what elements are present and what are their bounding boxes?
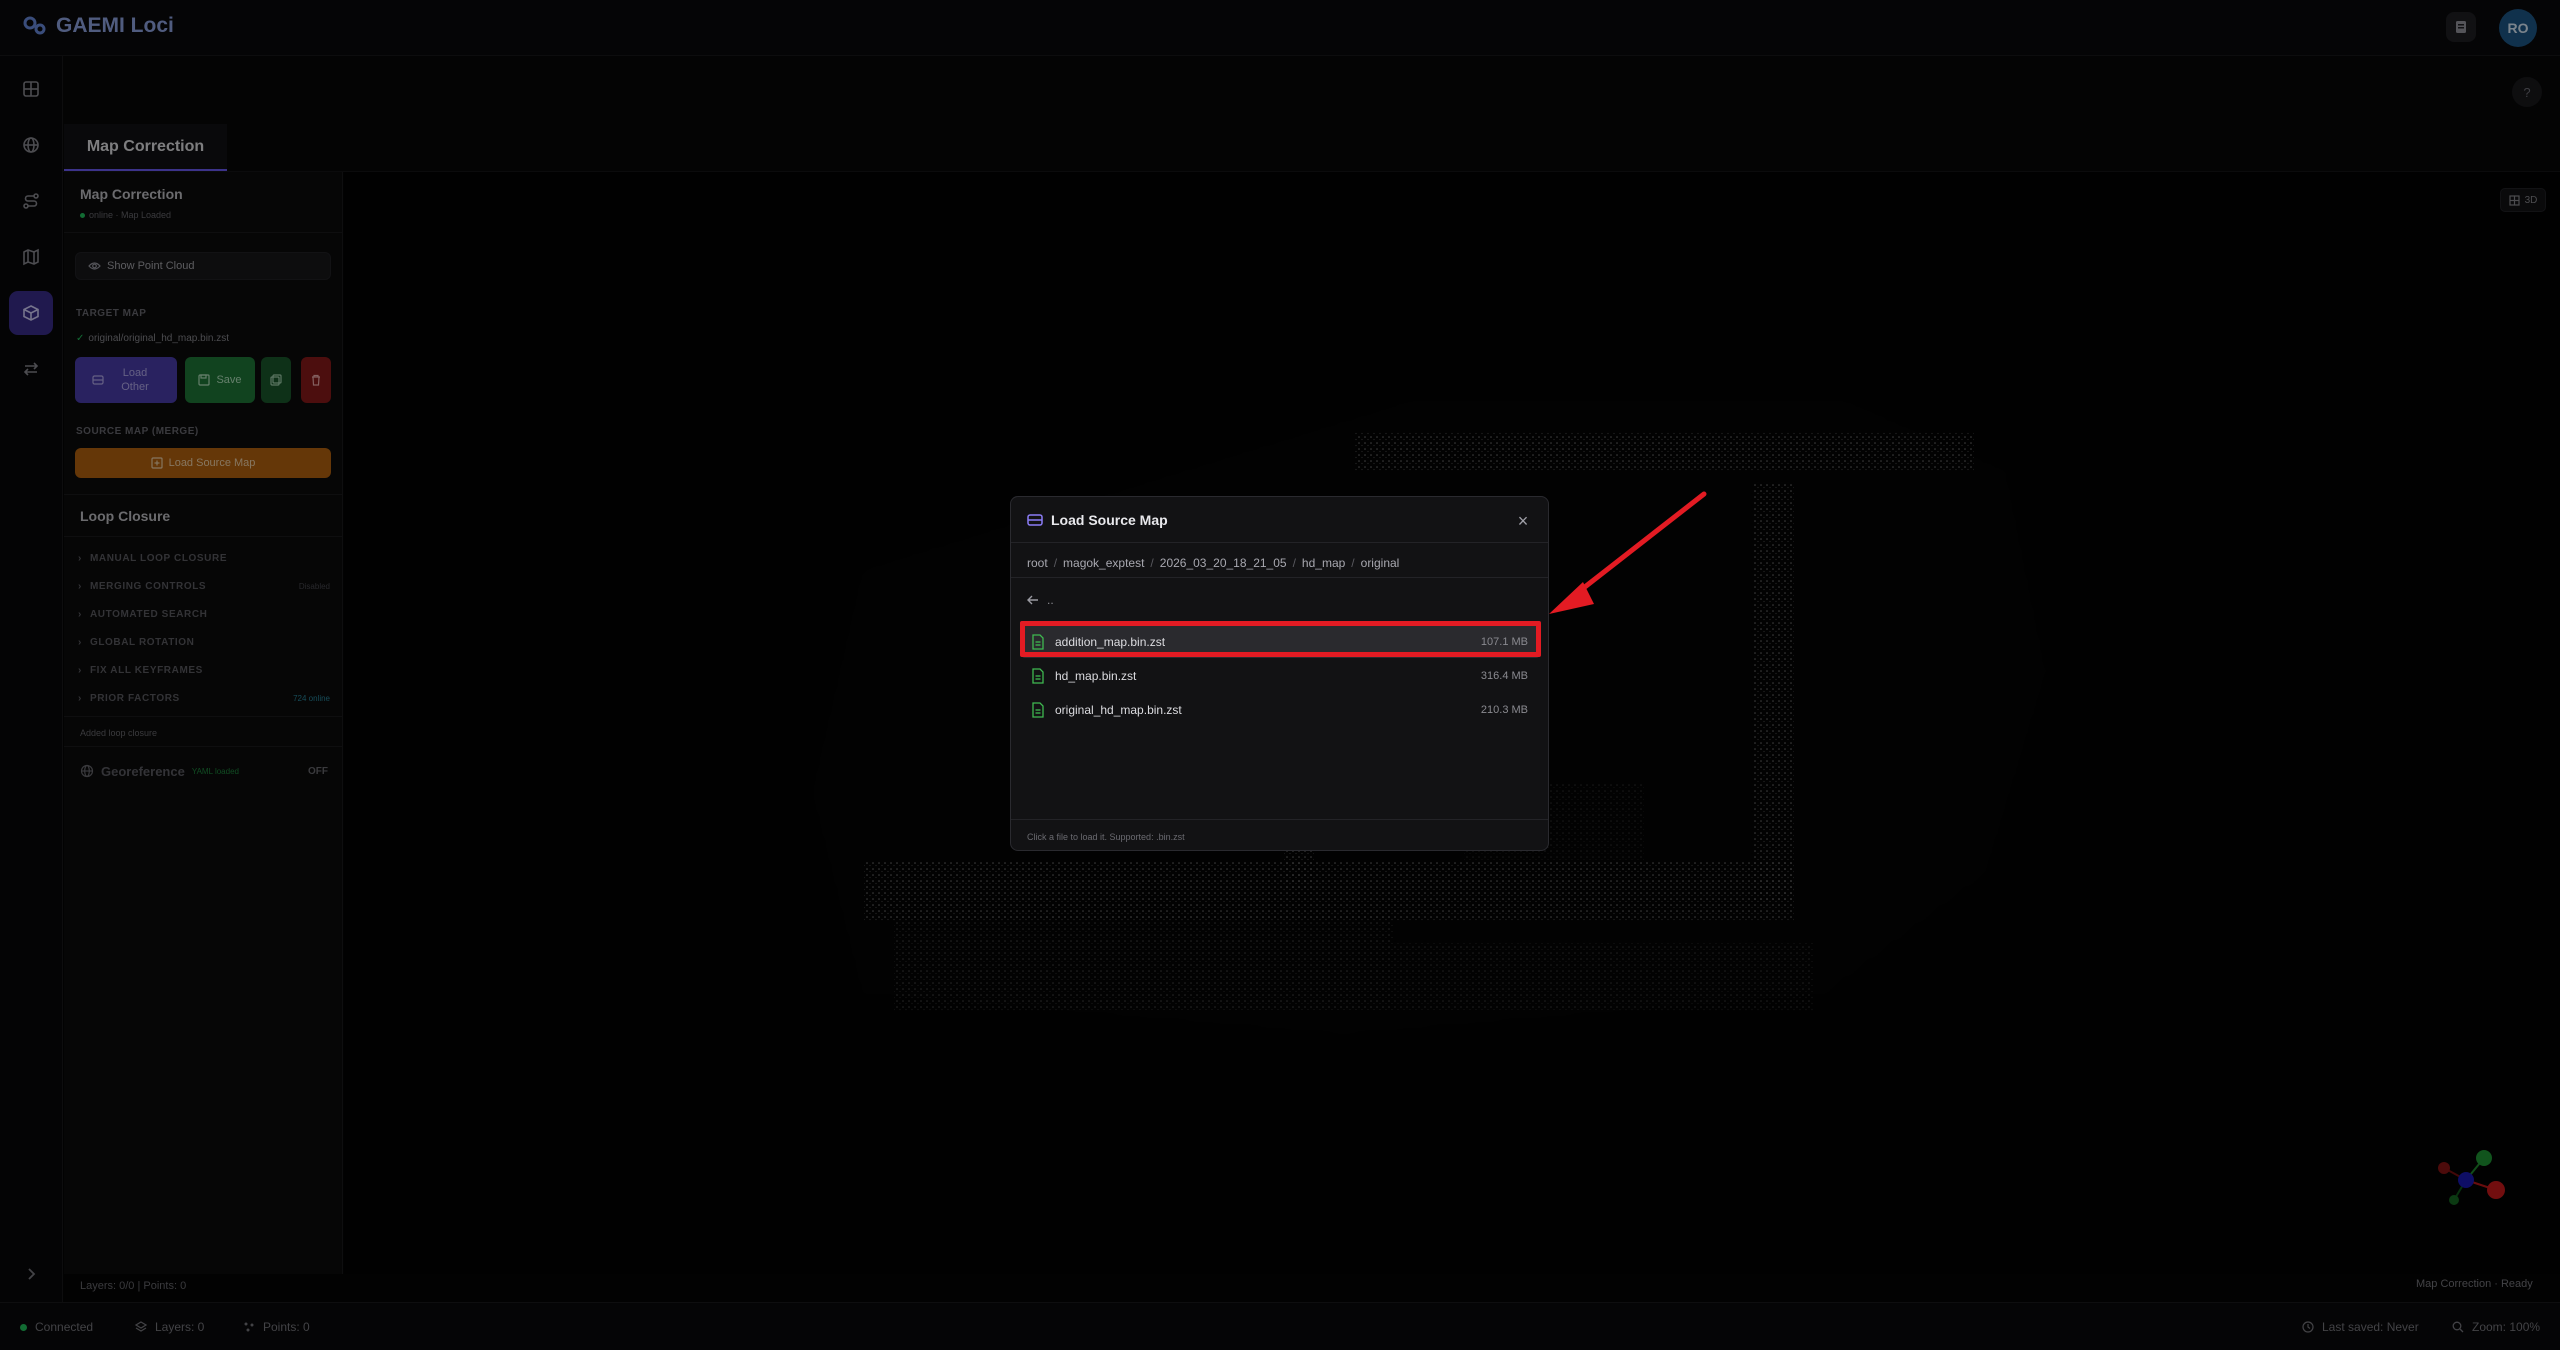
annotation-arrow (1549, 491, 1707, 614)
